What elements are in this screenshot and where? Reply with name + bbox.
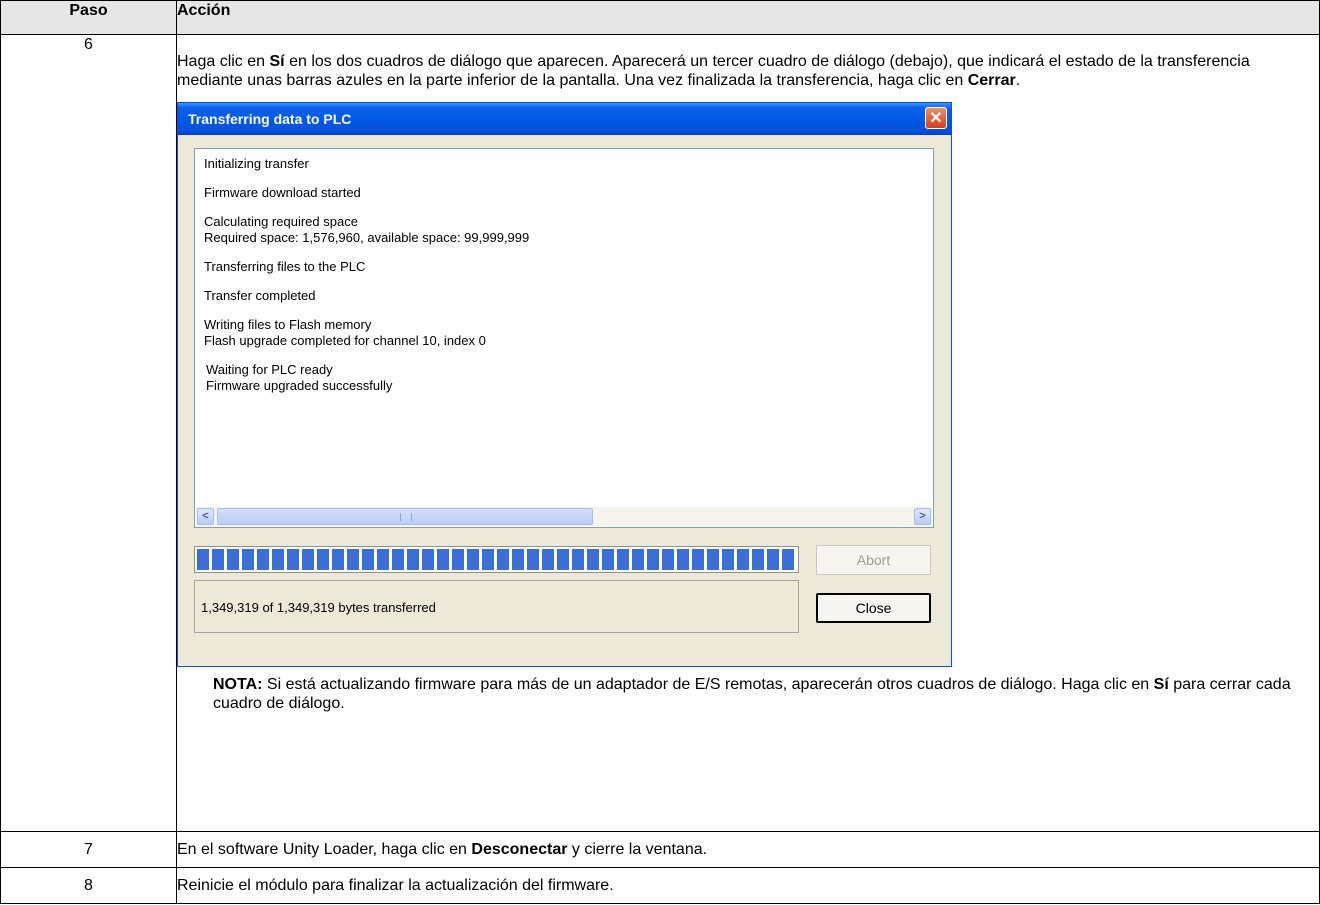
text: y cierre la ventana.: [567, 841, 708, 859]
steps-table: Paso Acción 6 Haga clic en Sí en los dos…: [0, 0, 1320, 904]
transfer-dialog: Transferring data to PLC ✕ Initializing …: [177, 101, 952, 667]
log-line: Initializing transfer: [204, 155, 309, 171]
step-6-note: NOTA: Si está actualizando firmware para…: [213, 675, 1319, 713]
step-row-8: 8 Reinicie el módulo para finalizar la a…: [0, 867, 1320, 904]
close-button[interactable]: Close: [816, 592, 931, 623]
step-number: 6: [0, 33, 177, 833]
close-icon[interactable]: ✕: [925, 106, 947, 129]
log-line: Firmware download started: [204, 184, 361, 200]
log-line: Waiting for PLC ready: [206, 361, 333, 377]
scroll-left-icon[interactable]: <: [197, 507, 214, 525]
step-row-7: 7 En el software Unity Loader, haga clic…: [0, 831, 1320, 869]
text: en los dos cuadros de diálogo que aparec…: [177, 52, 1250, 89]
bold-close: Cerrar: [967, 71, 1016, 89]
log-line: Firmware upgraded successfully: [206, 377, 393, 393]
progress-fill: [197, 548, 796, 570]
text: .: [1015, 71, 1021, 89]
bold-disconnect: Desconectar: [471, 841, 568, 859]
bold-yes: Sí: [1153, 675, 1169, 693]
scroll-right-icon[interactable]: >: [914, 507, 931, 525]
header-row: Paso Acción: [0, 0, 1320, 35]
header-accion: Acción: [176, 0, 1320, 35]
log-line: Transfer completed: [204, 287, 316, 303]
text: Si está actualizando firmware para más d…: [262, 675, 1154, 693]
step-6-instructions: Haga clic en Sí en los dos cuadros de di…: [177, 52, 1319, 90]
step-action: En el software Unity Loader, haga clic e…: [176, 831, 1320, 869]
step-action: Reinicie el módulo para finalizar la act…: [176, 867, 1320, 904]
status-text: 1,349,319 of 1,349,319 bytes transferred: [201, 599, 436, 615]
step-number: 8: [0, 867, 177, 904]
scroll-thumb[interactable]: [217, 507, 593, 525]
log-line: Calculating required space: [204, 213, 358, 229]
header-paso: Paso: [0, 0, 177, 35]
log-lines: Initializing transfer Firmware download …: [204, 156, 529, 394]
step-action: Haga clic en Sí en los dos cuadros de di…: [176, 33, 1320, 833]
log-line: Transferring files to the PLC: [204, 258, 366, 274]
bold-yes: Sí: [269, 52, 285, 70]
log-line: Writing files to Flash memory: [204, 316, 372, 332]
log-line: Required space: 1,576,960, available spa…: [204, 229, 530, 245]
dialog-title: Transferring data to PLC: [188, 110, 352, 127]
horizontal-scrollbar[interactable]: < >: [196, 506, 932, 526]
log-line: Flash upgrade completed for channel 10, …: [204, 332, 486, 348]
text: Haga clic en: [177, 52, 270, 70]
step-row-6: 6 Haga clic en Sí en los dos cuadros de …: [0, 33, 1320, 833]
text: En el software Unity Loader, haga clic e…: [177, 841, 472, 859]
status-box: 1,349,319 of 1,349,319 bytes transferred: [194, 579, 799, 633]
note-label: NOTA:: [213, 675, 263, 693]
abort-button[interactable]: Abort: [816, 544, 931, 575]
dialog-titlebar: Transferring data to PLC ✕: [178, 102, 951, 135]
step-number: 7: [0, 831, 177, 869]
log-panel[interactable]: Initializing transfer Firmware download …: [194, 147, 934, 528]
progress-bar: [194, 545, 799, 573]
